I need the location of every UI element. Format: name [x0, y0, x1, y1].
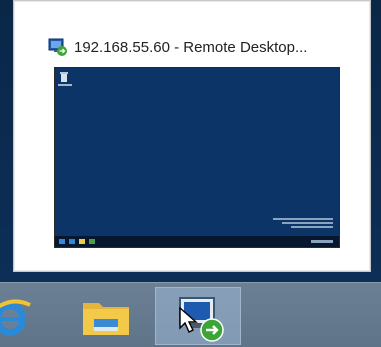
preview-title: 192.168.55.60 - Remote Desktop...	[74, 38, 308, 56]
ie-icon	[69, 239, 75, 244]
windows-watermark	[273, 218, 333, 230]
taskbar-item-internet-explorer[interactable]	[0, 287, 62, 345]
app-icon	[89, 239, 95, 244]
ie-icon	[0, 299, 31, 336]
taskbar	[0, 282, 381, 347]
folder-icon	[83, 303, 129, 335]
start-icon	[59, 239, 65, 244]
recycle-bin-label	[58, 84, 72, 86]
folder-icon	[79, 239, 85, 244]
recycle-bin-icon	[60, 72, 68, 82]
preview-header: 192.168.55.60 - Remote Desktop...	[48, 35, 307, 59]
thumbnail-taskbar	[55, 236, 339, 247]
remote-desktop-icon	[48, 37, 68, 57]
mouse-cursor-icon	[179, 306, 198, 333]
remote-desktop-thumbnail[interactable]	[54, 67, 340, 248]
taskbar-thumbnail-preview[interactable]: 192.168.55.60 - Remote Desktop...	[13, 0, 371, 272]
taskbar-item-file-explorer[interactable]	[69, 287, 145, 345]
clock	[311, 240, 333, 243]
taskbar-item-remote-desktop[interactable]	[155, 287, 241, 345]
